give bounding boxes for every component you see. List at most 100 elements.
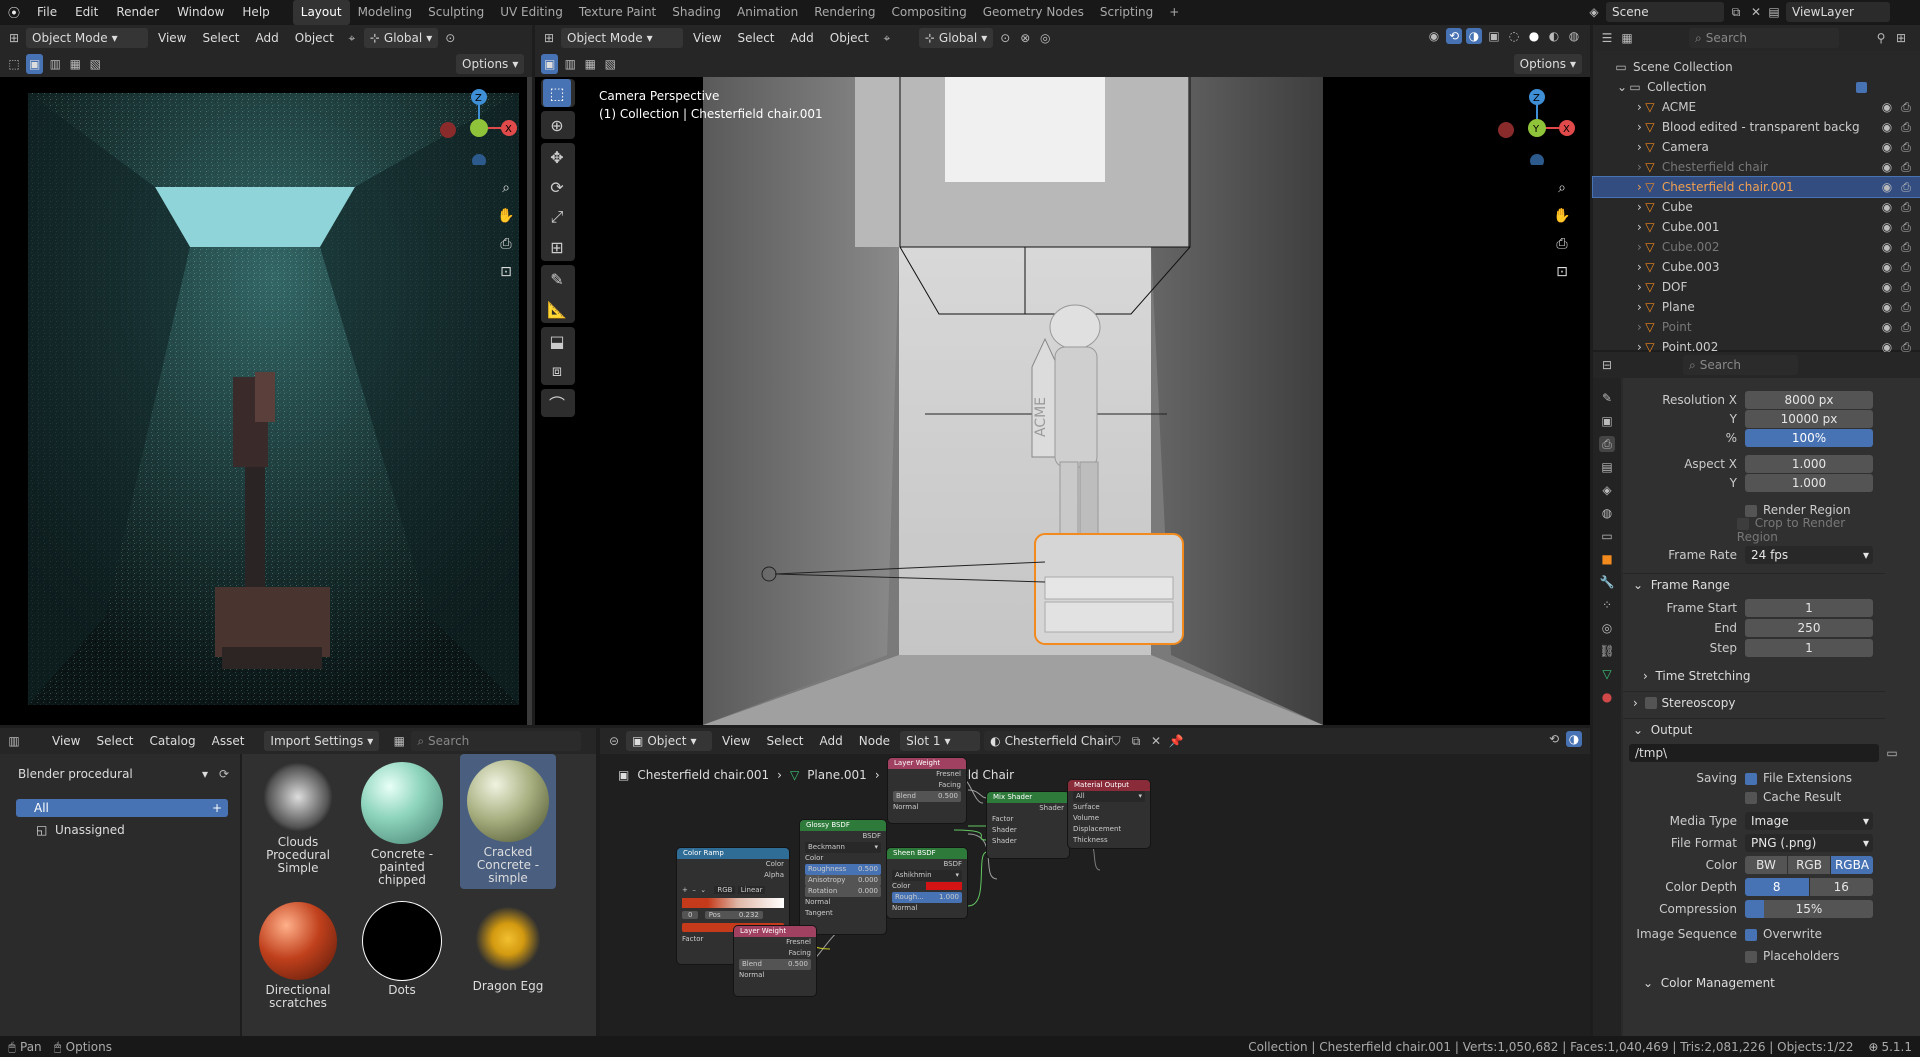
outliner-item[interactable]: › ▽ Camera ◉ ⎙ — [1593, 137, 1920, 157]
resolution-y-field[interactable]: 10000 px — [1745, 410, 1873, 428]
asset-cracked-concrete[interactable]: Cracked Concrete - simple — [460, 754, 556, 889]
node-glossy-dist[interactable]: Beckmann — [808, 843, 845, 851]
move-tool-icon[interactable]: ✥ — [543, 143, 571, 171]
main-options-button[interactable]: Options ▾ — [1513, 54, 1582, 74]
main-menu-view[interactable]: View — [687, 31, 727, 45]
main-select-mode-extend-icon[interactable]: ▥ — [562, 56, 578, 72]
crop-region-checkbox[interactable]: Crop to Render Region — [1736, 516, 1879, 544]
main-snapping-icon[interactable]: ⊗ — [1017, 30, 1033, 46]
tab-animation[interactable]: Animation — [729, 0, 806, 25]
tool-tab-icon[interactable]: ✎ — [1599, 390, 1615, 406]
rendered-shading-icon[interactable]: ◍ — [1566, 28, 1582, 44]
render-tab-icon[interactable]: ▣ — [1599, 413, 1615, 429]
render-visibility-icon[interactable]: ⎙ — [1898, 199, 1914, 215]
main-nav-gizmo[interactable]: Z X Y — [1495, 79, 1579, 168]
outliner-item[interactable]: › ▽ Cube ◉ ⎙ — [1593, 197, 1920, 217]
main-menu-object[interactable]: Object — [824, 31, 875, 45]
node-ramp-pos[interactable]: 0.232 — [739, 911, 759, 919]
resolution-percent-field[interactable]: 100% — [1745, 429, 1873, 447]
asset-directional-scratches[interactable]: Directional scratches — [250, 896, 346, 1010]
outliner-filter-icon[interactable]: ⚲ — [1873, 30, 1889, 46]
asset-menu-select[interactable]: Select — [90, 734, 139, 748]
visibility-icon[interactable]: ◉ — [1426, 28, 1442, 44]
tab-compositing[interactable]: Compositing — [883, 0, 974, 25]
file-extensions-checkbox[interactable]: File Extensions — [1745, 771, 1852, 785]
render-visibility-icon[interactable]: ⎙ — [1898, 219, 1914, 235]
node-mix-shader[interactable]: Mix Shader Shader Factor Shader Shader — [987, 792, 1069, 858]
aspect-x-field[interactable]: 1.000 — [1745, 455, 1873, 473]
node-sheen-bsdf[interactable]: Sheen BSDF BSDF Ashikhmin ▾ Color Rough..… — [887, 848, 967, 918]
node-glossy-bsdf[interactable]: Glossy BSDF BSDF Beckmann ▾ Color Roughne… — [800, 820, 886, 934]
scene-tab-icon[interactable]: ◈ — [1599, 482, 1615, 498]
outliner-item[interactable]: › ▽ Cube.002 ◉ ⎙ — [1593, 237, 1920, 257]
render-visibility-icon[interactable]: ⎙ — [1898, 119, 1914, 135]
main-viewport[interactable]: ACME ⬚ ⊕ ✥ ⟳ ⤢ ⊞ ✎ 📐 ⬓ ⧈ ⌒ Camera Perspe… — [535, 77, 1590, 725]
collection-exclude-checkbox[interactable] — [1856, 81, 1867, 93]
menu-file[interactable]: File — [28, 0, 66, 25]
outliner-search-input[interactable]: ⌕ Search — [1689, 28, 1839, 48]
duplicate-material-icon[interactable]: ⧉ — [1128, 733, 1144, 749]
main-transform-orientation[interactable]: ⊹ Global ▾ — [918, 28, 994, 48]
node-layer-weight-bottom[interactable]: Layer Weight Fresnel Facing Blend 0.500 N… — [734, 926, 816, 996]
main-pivot-icon[interactable]: ⊙ — [997, 30, 1013, 46]
left-transform-orientation[interactable]: ⊹ Global ▾ — [363, 28, 439, 48]
left-mode-dropdown[interactable]: Object Mode ▾ — [26, 28, 148, 48]
left-viewport[interactable]: Z X ⌕ ✋ ⎙ ⊡ — [0, 77, 532, 725]
outliner-item[interactable]: › ▽ Chesterfield chair.001 ◉ ⎙ — [1592, 176, 1920, 198]
node-object-dropdown[interactable]: ▣ Object ▾ — [626, 731, 712, 751]
left-select-mode-new[interactable]: ▣ — [26, 54, 44, 74]
output-section[interactable]: ⌄ Output — [1623, 718, 1885, 740]
left-select-mode-invert-icon[interactable]: ▧ — [87, 56, 103, 72]
outliner-item[interactable]: › ▽ Blood edited - transparent backg ◉ ⎙ — [1593, 117, 1920, 137]
object-tab-icon[interactable]: ■ — [1599, 551, 1615, 567]
outliner-item[interactable]: › ▽ Point ◉ ⎙ — [1593, 317, 1920, 337]
constraints-tab-icon[interactable]: ⛓ — [1599, 643, 1615, 659]
material-shading-icon[interactable]: ◐ — [1546, 28, 1562, 44]
transform-cube-tool-icon[interactable]: ⧈ — [543, 357, 571, 385]
main-snap-icon[interactable]: ⌖ — [879, 30, 895, 46]
node-lw-bottom-blend-val[interactable]: 0.500 — [788, 959, 808, 970]
left-options-button[interactable]: Options ▾ — [456, 54, 525, 74]
modifier-tab-icon[interactable]: 🔧 — [1599, 574, 1615, 590]
main-editor-type-icon[interactable]: ⊞ — [541, 30, 557, 46]
node-ramp-gradient[interactable] — [682, 898, 784, 908]
menu-window[interactable]: Window — [168, 0, 233, 25]
node-editor-icon[interactable]: ⊝ — [606, 733, 622, 749]
node-material-output[interactable]: Material Output All ▾ Surface Volume Disp… — [1068, 780, 1150, 848]
outliner-item[interactable]: › ▽ Cube.003 ◉ ⎙ — [1593, 257, 1920, 277]
node-glossy-roughness-val[interactable]: 0.500 — [858, 864, 878, 875]
properties-editor-icon[interactable]: ⊟ — [1599, 357, 1615, 373]
render-visibility-icon[interactable]: ⎙ — [1898, 139, 1914, 155]
asset-menu-view[interactable]: View — [46, 734, 86, 748]
left-menu-object[interactable]: Object — [289, 31, 340, 45]
outliner-item[interactable]: › ▽ Chesterfield chair ◉ ⎙ — [1593, 157, 1920, 177]
depth-16-button[interactable]: 16 — [1809, 878, 1873, 896]
catalog-unassigned-item[interactable]: ◱ Unassigned — [36, 821, 125, 839]
menu-render[interactable]: Render — [107, 0, 168, 25]
node-ramp-interp[interactable]: Linear — [737, 886, 766, 894]
left-snap-icon[interactable]: ⌖ — [344, 30, 360, 46]
curve-tool-icon[interactable]: ⌒ — [543, 389, 571, 417]
visibility-eye-icon[interactable]: ◉ — [1879, 239, 1895, 255]
editor-type-icon[interactable]: ⊞ — [6, 30, 22, 46]
file-format-dropdown[interactable]: PNG (.png) ▾ — [1745, 834, 1873, 852]
render-visibility-icon[interactable]: ⎙ — [1898, 259, 1914, 275]
overlay-toggle-icon[interactable]: ◑ — [1466, 28, 1482, 44]
left-menu-view[interactable]: View — [152, 31, 192, 45]
node-menu-select[interactable]: Select — [760, 734, 809, 748]
color-management-section[interactable]: ⌄ Color Management — [1623, 972, 1885, 994]
outliner-editor-icon[interactable]: ☰ — [1599, 30, 1615, 46]
node-menu-node[interactable]: Node — [853, 734, 896, 748]
outliner-new-collection-icon[interactable]: ⊞ — [1893, 30, 1909, 46]
annotate-tool-icon[interactable]: ✎ — [543, 265, 571, 293]
tab-layout[interactable]: Layout — [292, 0, 350, 25]
asset-concrete-painted[interactable]: Concrete - painted chipped — [354, 756, 450, 887]
visibility-eye-icon[interactable]: ◉ — [1879, 259, 1895, 275]
node-menu-add[interactable]: Add — [814, 734, 849, 748]
visibility-eye-icon[interactable]: ◉ — [1879, 299, 1895, 315]
node-sheen-dist[interactable]: Ashikhmin — [895, 871, 932, 879]
render-visibility-icon[interactable]: ⎙ — [1898, 239, 1914, 255]
tab-uv-editing[interactable]: UV Editing — [492, 0, 571, 25]
left-select-tool-icon[interactable]: ⬚ — [6, 56, 22, 72]
compression-slider[interactable]: 15% — [1745, 900, 1873, 918]
